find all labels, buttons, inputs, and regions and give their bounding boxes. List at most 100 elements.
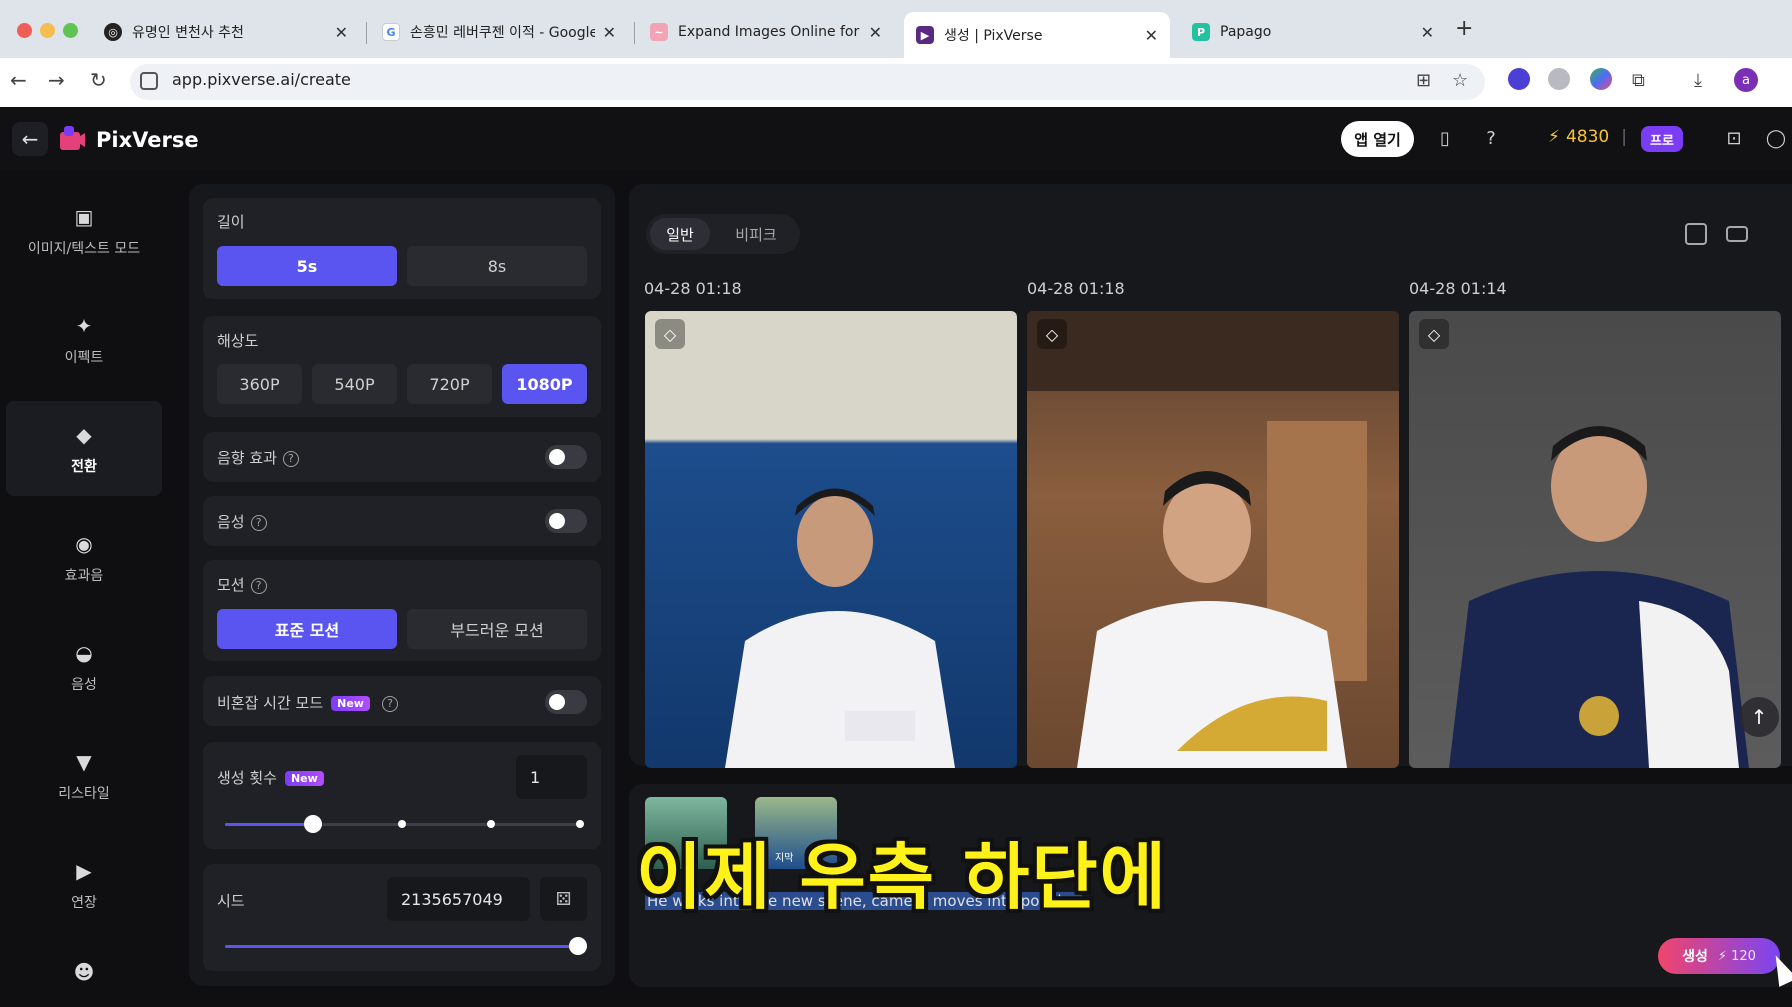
sidebar-item-transition[interactable]: ◆ 전환 bbox=[6, 401, 162, 496]
extension-grey-icon[interactable] bbox=[1548, 68, 1570, 90]
gallery-video-card[interactable]: ◇ bbox=[645, 311, 1017, 768]
back-button[interactable]: ← bbox=[12, 122, 48, 156]
resolution-720p-button[interactable]: 720P bbox=[407, 364, 492, 404]
download-icon[interactable]: ⤓ bbox=[1694, 70, 1702, 91]
credits-display[interactable]: ⚡ 4830 | bbox=[1548, 127, 1633, 147]
sidebar-item-sound-effect[interactable]: ◉ 효과음 bbox=[6, 510, 162, 605]
timestamp: 04-28 01:14 bbox=[1409, 279, 1507, 298]
site-settings-icon[interactable] bbox=[140, 72, 158, 90]
extension-color-icon[interactable] bbox=[1590, 68, 1612, 90]
expand-icon: ~ bbox=[650, 23, 668, 41]
new-badge: New bbox=[331, 696, 370, 711]
browser-tab-4[interactable]: ▶ 생성 | PixVerse ✕ bbox=[904, 12, 1170, 58]
logo-text: PixVerse bbox=[96, 128, 199, 152]
sound-wave-icon: ◉ bbox=[75, 531, 93, 556]
sidebar-item-label: 이펙트 bbox=[64, 349, 104, 366]
new-tab-button[interactable]: + bbox=[1455, 16, 1473, 41]
count-input[interactable]: 1 bbox=[516, 755, 587, 799]
sound-effect-toggle[interactable] bbox=[545, 445, 587, 469]
count-slider-fill bbox=[225, 823, 314, 826]
motion-label: 모션 bbox=[217, 576, 245, 594]
resolution-540p-button[interactable]: 540P bbox=[312, 364, 397, 404]
help-icon[interactable]: ? bbox=[381, 695, 398, 712]
grid-view-icon[interactable] bbox=[1685, 223, 1707, 245]
list-view-icon[interactable] bbox=[1726, 226, 1748, 242]
profile-avatar[interactable]: a bbox=[1734, 68, 1758, 92]
extensions-puzzle-icon[interactable]: ⧉ bbox=[1632, 70, 1645, 91]
count-slider-thumb[interactable] bbox=[304, 815, 322, 833]
minimize-window-button[interactable] bbox=[40, 23, 55, 38]
sidebar-item-extend[interactable]: ▶ 연장 bbox=[6, 837, 162, 932]
duration-5s-button[interactable]: 5s bbox=[217, 246, 397, 286]
book-icon[interactable]: ▯ bbox=[1434, 128, 1456, 150]
app-header bbox=[0, 107, 1792, 171]
duration-8s-button[interactable]: 8s bbox=[407, 246, 587, 286]
plan-badge[interactable]: 프로 bbox=[1641, 126, 1683, 152]
close-tab-icon[interactable]: ✕ bbox=[1145, 26, 1158, 45]
dice-icon[interactable]: ⚄ bbox=[540, 877, 587, 921]
open-app-button[interactable]: 앱 열기 bbox=[1341, 121, 1414, 157]
help-icon[interactable]: ? bbox=[250, 577, 267, 594]
sidebar-item-restyle[interactable]: ▼ 리스타일 bbox=[6, 728, 162, 823]
transition-marker-icon: ◇ bbox=[655, 319, 685, 349]
google-icon: G bbox=[382, 23, 400, 41]
tab-normal[interactable]: 일반 bbox=[650, 218, 710, 250]
motion-standard-button[interactable]: 표준 모션 bbox=[217, 609, 397, 649]
close-window-button[interactable] bbox=[17, 23, 32, 38]
tab-title: Papago bbox=[1220, 24, 1272, 40]
back-arrow-icon[interactable]: ← bbox=[10, 68, 27, 92]
maximize-window-button[interactable] bbox=[63, 23, 78, 38]
browser-tab-5[interactable]: P Papago ✕ bbox=[1180, 12, 1446, 52]
face-icon: ☻ bbox=[73, 960, 95, 984]
forward-arrow-icon[interactable]: → bbox=[48, 68, 65, 92]
generate-button[interactable]: 생성 ⚡ 120 bbox=[1658, 938, 1780, 974]
browser-tab-3[interactable]: ~ Expand Images Online for Fre ✕ bbox=[638, 12, 894, 52]
seed-slider-fill bbox=[225, 945, 578, 948]
gallery-video-card[interactable]: ◇ bbox=[1409, 311, 1781, 768]
help-icon[interactable]: ? bbox=[282, 450, 299, 467]
sparkle-icon: ✦ bbox=[75, 313, 93, 338]
sidebar-item-effect[interactable]: ✦ 이펙트 bbox=[6, 292, 162, 387]
url-text[interactable]: app.pixverse.ai/create bbox=[172, 70, 351, 89]
help-icon[interactable]: ? bbox=[250, 514, 267, 531]
browser-tab-2[interactable]: G 손흥민 레버쿠젠 이적 - Google Se ✕ bbox=[370, 12, 628, 52]
resolution-1080p-button[interactable]: 1080P bbox=[502, 364, 587, 404]
close-tab-icon[interactable]: ✕ bbox=[869, 23, 882, 42]
duration-label: 길이 bbox=[217, 213, 245, 231]
count-slider-step[interactable] bbox=[398, 820, 406, 828]
user-icon[interactable]: ◯ bbox=[1765, 128, 1787, 150]
seed-label: 시드 bbox=[217, 892, 245, 910]
close-tab-icon[interactable]: ✕ bbox=[1421, 23, 1434, 42]
close-tab-icon[interactable]: ✕ bbox=[335, 23, 348, 42]
reload-icon[interactable]: ↻ bbox=[90, 68, 107, 92]
bookmark-star-icon[interactable]: ☆ bbox=[1452, 70, 1468, 91]
count-slider-step[interactable] bbox=[576, 820, 584, 828]
resolution-360p-button[interactable]: 360P bbox=[217, 364, 302, 404]
sound-effect-label-row: 음향 효과? bbox=[217, 447, 299, 468]
voice-toggle[interactable] bbox=[545, 509, 587, 533]
gallery-video-card[interactable]: ◇ bbox=[1027, 311, 1399, 768]
sidebar-item-more[interactable]: ☻ bbox=[6, 952, 162, 992]
browser-tab-1[interactable]: ◎ 유명인 변천사 추천 ✕ bbox=[92, 12, 360, 52]
openai-icon: ◎ bbox=[104, 23, 122, 41]
pixverse-logo-icon bbox=[60, 126, 85, 150]
transition-marker-icon: ◇ bbox=[1419, 319, 1449, 349]
offpeak-label: 비혼잡 시간 모드 bbox=[217, 694, 324, 712]
extension-s-icon[interactable] bbox=[1508, 68, 1530, 90]
scroll-top-icon[interactable]: ↑ bbox=[1739, 697, 1779, 737]
count-slider-step[interactable] bbox=[487, 820, 495, 828]
offpeak-toggle[interactable] bbox=[545, 690, 587, 714]
translate-icon[interactable]: ⊞ bbox=[1416, 70, 1431, 91]
sound-effect-label: 음향 효과 bbox=[217, 449, 277, 467]
sidebar-item-image-text[interactable]: ▣ 이미지/텍스트 모드 bbox=[6, 183, 162, 278]
papago-icon: P bbox=[1192, 23, 1210, 41]
help-icon[interactable]: ? bbox=[1480, 128, 1502, 150]
motion-smooth-button[interactable]: 부드러운 모션 bbox=[407, 609, 587, 649]
tab-offpeak[interactable]: 비피크 bbox=[720, 214, 792, 254]
seed-slider-thumb[interactable] bbox=[569, 937, 587, 955]
seed-input[interactable]: 2135657049 bbox=[387, 877, 530, 921]
notification-icon[interactable]: ⊡ bbox=[1723, 128, 1745, 150]
sidebar-item-voice[interactable]: ◒ 음성 bbox=[6, 619, 162, 714]
timestamp: 04-28 01:18 bbox=[644, 279, 742, 298]
close-tab-icon[interactable]: ✕ bbox=[603, 23, 616, 42]
